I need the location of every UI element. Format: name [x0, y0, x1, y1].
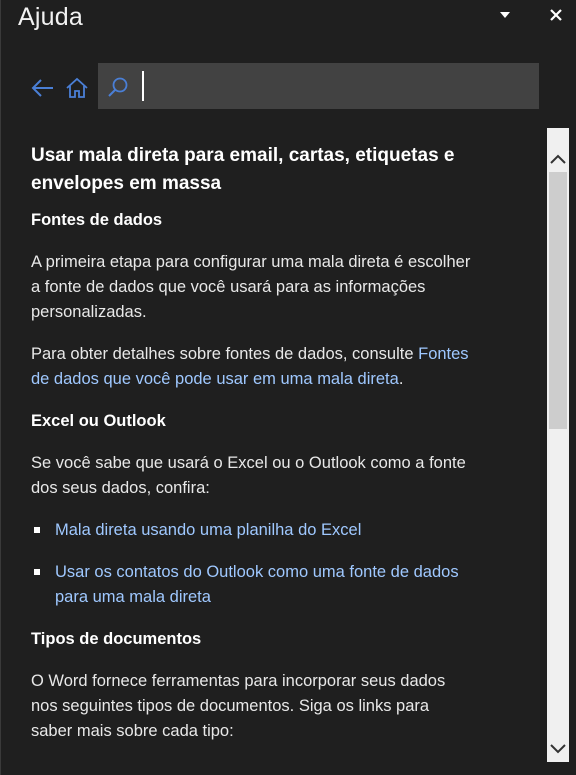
scroll-up-button[interactable]: [547, 148, 569, 170]
help-navigation-bar: [1, 62, 576, 112]
scroll-down-button[interactable]: [547, 738, 569, 760]
paragraph-period: .: [398, 370, 404, 388]
help-article: Usar mala direta para email, cartas, eti…: [31, 142, 471, 761]
help-article-viewport: Usar mala direta para email, cartas, eti…: [1, 128, 547, 775]
chevron-up-icon: [550, 154, 566, 164]
search-icon[interactable]: [106, 75, 130, 99]
search-input[interactable]: [142, 71, 522, 101]
list-item: Usar os contatos do Outlook como uma fon…: [31, 560, 471, 610]
paragraph-data-sources-intro: A primeira etapa para configurar uma mal…: [31, 253, 471, 321]
paragraph-data-sources-details: Para obter detalhes sobre fontes de dado…: [31, 342, 471, 392]
link-list: Mala direta usando uma planilha do Excel…: [31, 518, 471, 610]
bullet-icon: [34, 527, 40, 533]
section-heading-excel-outlook: Excel ou Outlook: [31, 412, 166, 430]
pane-title: Ajuda: [18, 3, 83, 31]
scrollbar-thumb[interactable]: [549, 172, 567, 429]
close-icon: [550, 9, 562, 21]
list-item: Mala direta usando uma planilha do Excel: [31, 518, 471, 543]
vertical-scrollbar[interactable]: [547, 128, 569, 762]
link-mail-merge-excel[interactable]: Mala direta usando uma planilha do Excel: [55, 521, 361, 539]
caret-down-icon: [500, 12, 510, 18]
home-icon: [66, 77, 88, 98]
close-pane-button[interactable]: [544, 4, 568, 26]
chevron-down-icon: [550, 744, 566, 754]
back-arrow-icon: [31, 79, 53, 97]
back-button[interactable]: [30, 75, 56, 101]
paragraph-excel-outlook-intro: Se você sabe que usará o Excel ou o Outl…: [31, 454, 466, 497]
help-pane: Ajuda Usar mala direta para email, carta…: [0, 0, 576, 775]
article-title: Usar mala direta para email, cartas, eti…: [31, 145, 455, 194]
paragraph-document-types-intro: O Word fornece ferramentas para incorpor…: [31, 672, 446, 740]
pane-titlebar: Ajuda: [1, 0, 576, 40]
home-button[interactable]: [64, 75, 90, 101]
search-box[interactable]: [98, 63, 539, 109]
section-heading-data-sources: Fontes de dados: [31, 211, 163, 229]
pane-options-button[interactable]: [494, 6, 516, 24]
link-outlook-contacts[interactable]: Usar os contatos do Outlook como uma fon…: [55, 563, 459, 606]
bullet-icon: [34, 569, 40, 575]
section-heading-document-types: Tipos de documentos: [31, 630, 202, 648]
paragraph-text: Para obter detalhes sobre fontes de dado…: [31, 345, 414, 363]
